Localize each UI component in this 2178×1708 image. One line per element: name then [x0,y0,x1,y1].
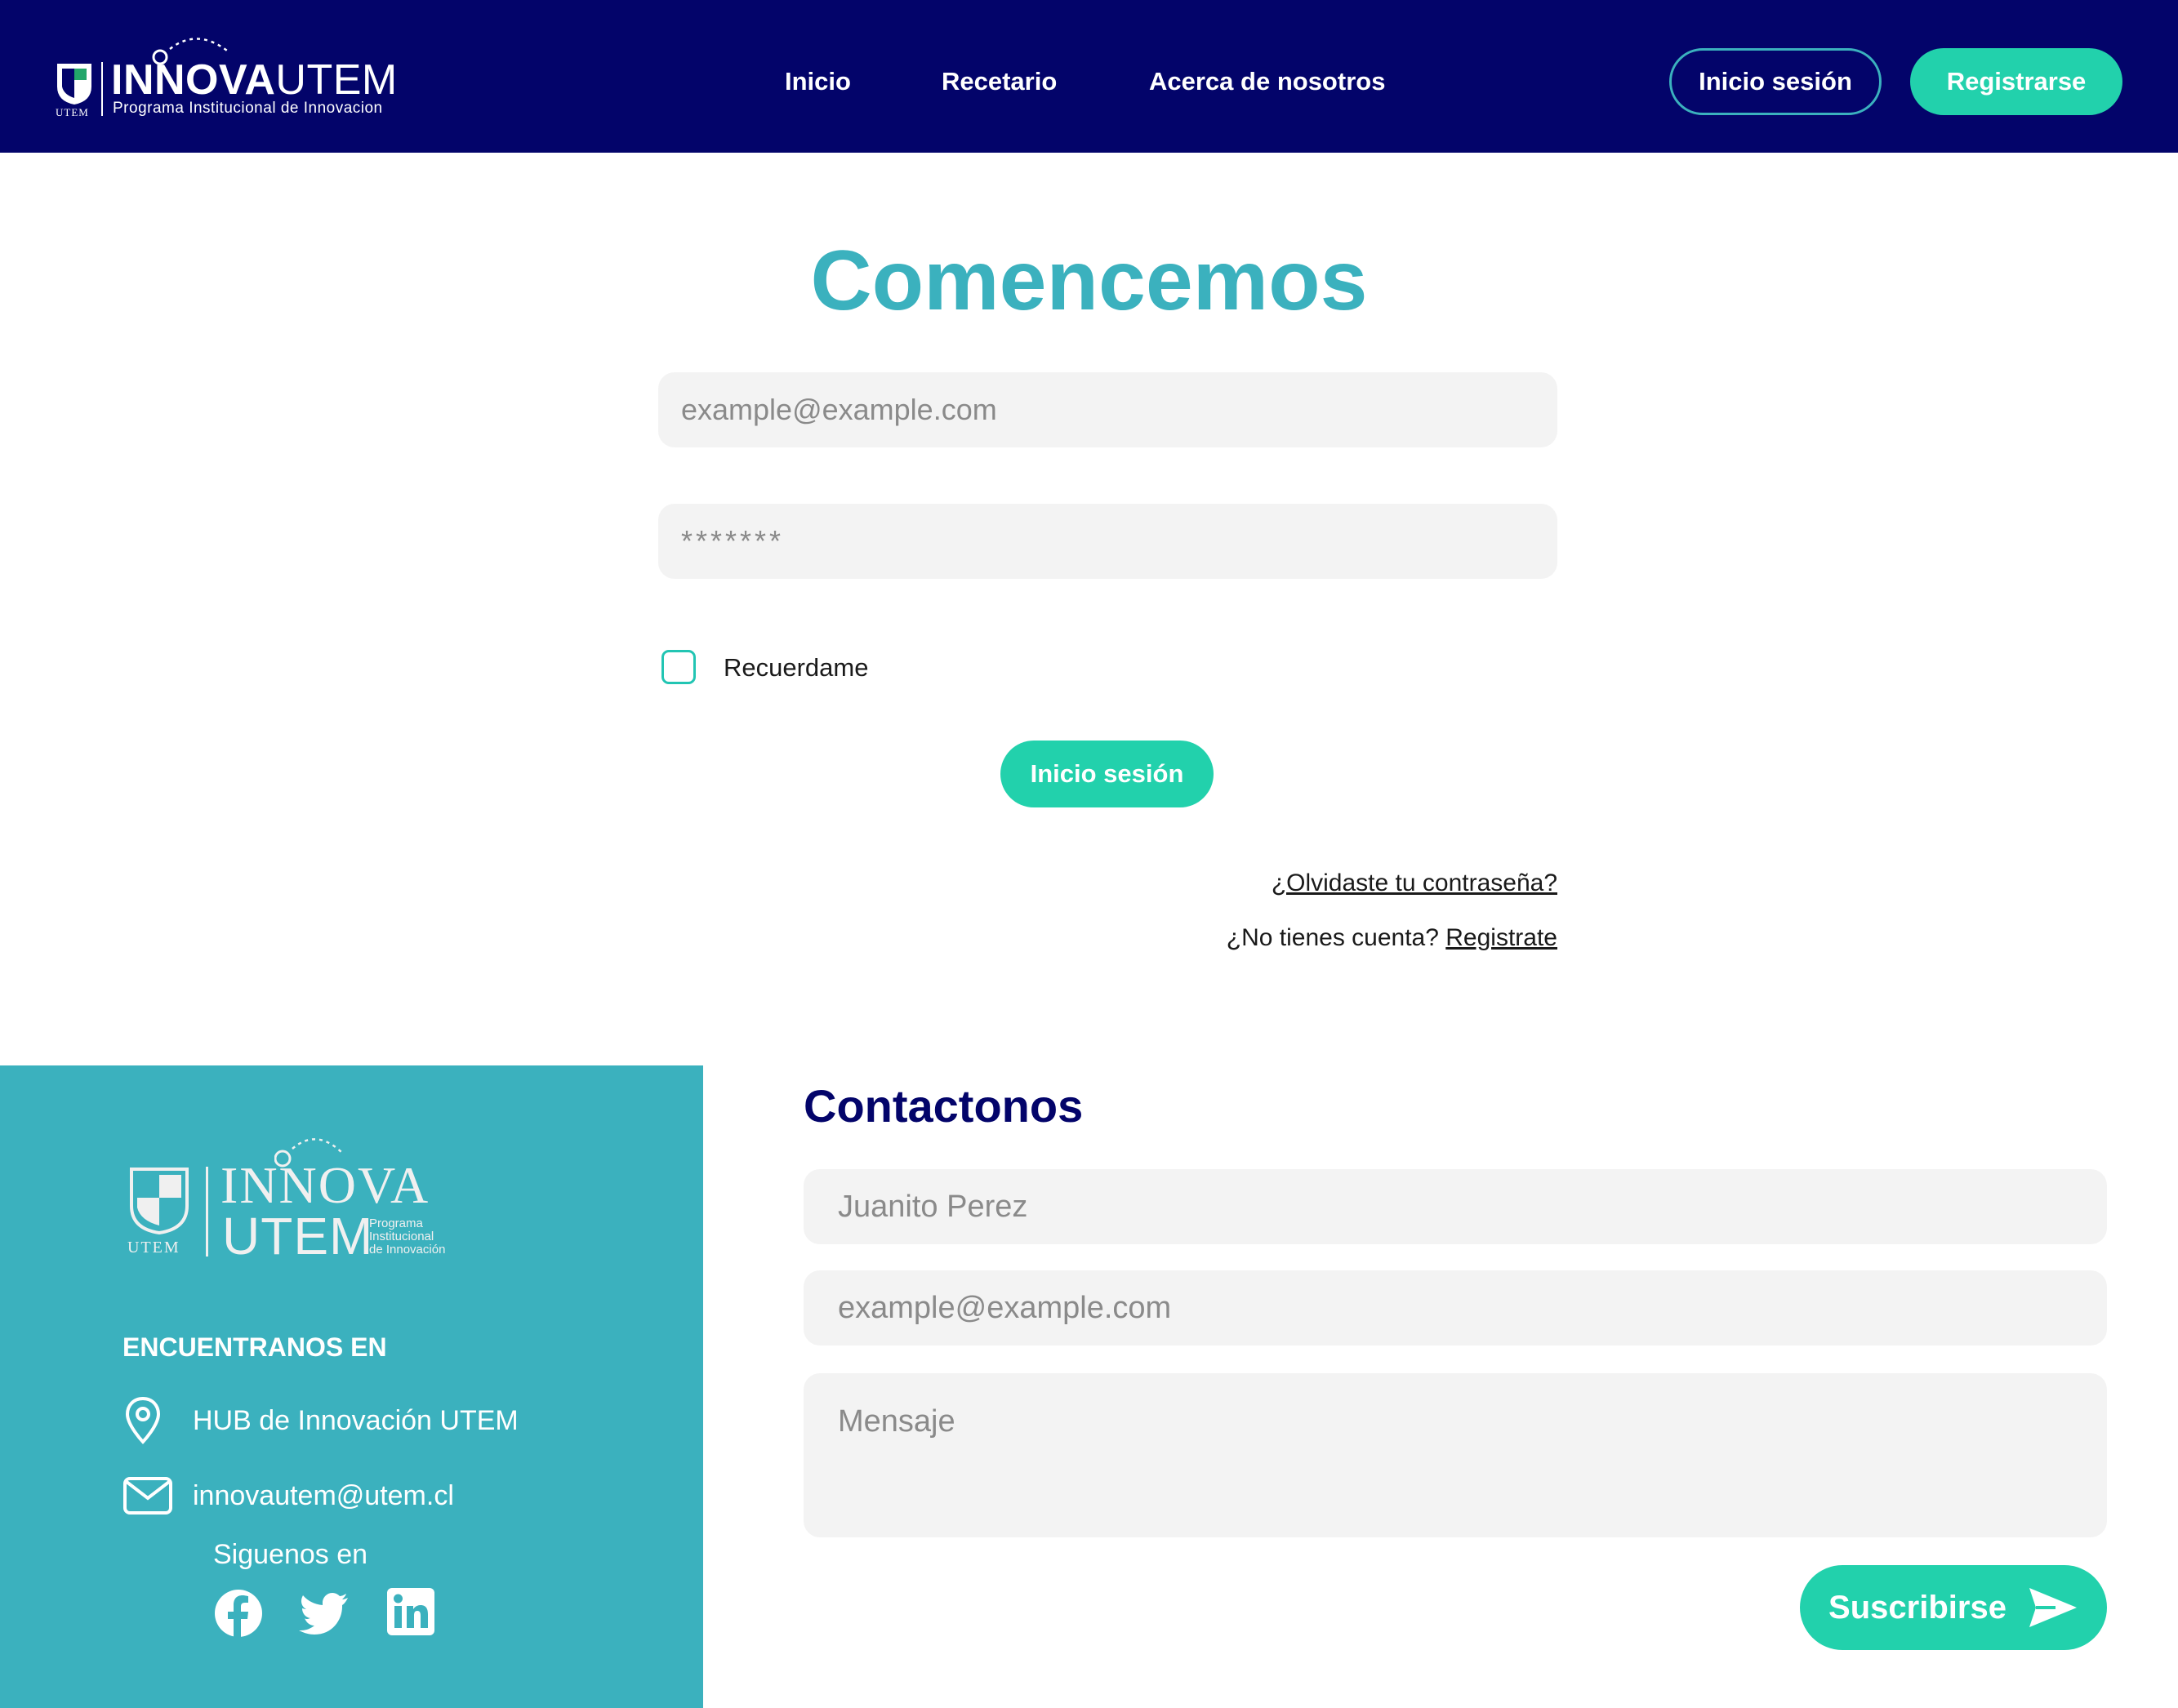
logo-shield-caption: UTEM [56,106,89,118]
footer-logo: UTEM INNOVA UTEM Programa Institucional … [127,1131,454,1265]
find-us-heading: ENCUENTRANOS EN [122,1332,387,1362]
email-row: innovautem@utem.cl [122,1471,454,1520]
contact-message-field[interactable] [804,1373,2107,1537]
forgot-password-link[interactable]: ¿Olvidaste tu contraseña? [1272,870,1557,897]
login-password-field[interactable] [658,504,1557,579]
innovautem-logo[interactable]: UTEM INNOVAUTEM Programa Institucional d… [56,33,407,122]
footer-shield-icon [130,1168,189,1235]
login-email-field[interactable] [658,372,1557,447]
logo-tagline: Programa Institucional de Innovacion [113,100,383,117]
no-account-line: ¿No tienes cuenta? Registrate [1227,924,1557,952]
mail-icon [122,1471,193,1520]
address-text: HUB de Innovación UTEM [193,1404,519,1436]
email-text[interactable]: innovautem@utem.cl [193,1480,454,1512]
nav-link-recetario[interactable]: Recetario [942,67,1057,96]
footer-shield-caption: UTEM [127,1239,180,1257]
login-submit-button[interactable]: Inicio sesión [1000,741,1214,807]
send-arrow-icon [2029,1588,2077,1627]
login-title: Comencemos [810,234,1368,328]
utem-shield-icon [57,64,91,105]
footer-tagline-line: de Innovación [369,1243,446,1257]
twitter-icon[interactable] [299,1588,350,1639]
footer-info-panel: UTEM INNOVA UTEM Programa Institucional … [0,1065,703,1708]
address-row: HUB de Innovación UTEM [122,1396,519,1445]
contact-title: Contactonos [804,1080,1084,1132]
footer-logo-utem: UTEM [222,1207,374,1265]
register-link[interactable]: Registrate [1445,924,1557,951]
remember-label: Recuerdame [724,653,869,682]
contact-email-field[interactable] [804,1270,2107,1345]
linkedin-icon[interactable] [387,1588,438,1639]
subscribe-label: Suscribirse [1828,1589,2007,1626]
nav-link-acerca[interactable]: Acerca de nosotros [1149,67,1385,96]
footer-tagline-line: Institucional [369,1230,434,1243]
header-register-button[interactable]: Registrarse [1910,48,2122,115]
footer-tagline-line: Programa [369,1217,423,1230]
header-login-button[interactable]: Inicio sesión [1669,48,1882,115]
logo-divider [101,62,103,116]
contact-name-field[interactable] [804,1169,2107,1244]
follow-us-label: Siguenos en [213,1539,368,1570]
logo-brand-light: UTEM [275,56,398,104]
subscribe-button[interactable]: Suscribirse [1800,1565,2107,1650]
footer-logo-divider [206,1167,208,1257]
logo-brand-bold: INNOVA [111,56,276,104]
remember-checkbox[interactable] [661,650,696,684]
nav-link-inicio[interactable]: Inicio [785,67,851,96]
logo-wordmark: INNOVAUTEM [111,56,398,105]
facebook-icon[interactable] [213,1588,264,1639]
footer-logo-tagline: Programa Institucional de Innovación [369,1217,445,1257]
top-navbar: UTEM INNOVAUTEM Programa Institucional d… [0,0,2178,153]
location-pin-icon [122,1396,193,1445]
no-account-text: ¿No tienes cuenta? [1226,924,1439,951]
